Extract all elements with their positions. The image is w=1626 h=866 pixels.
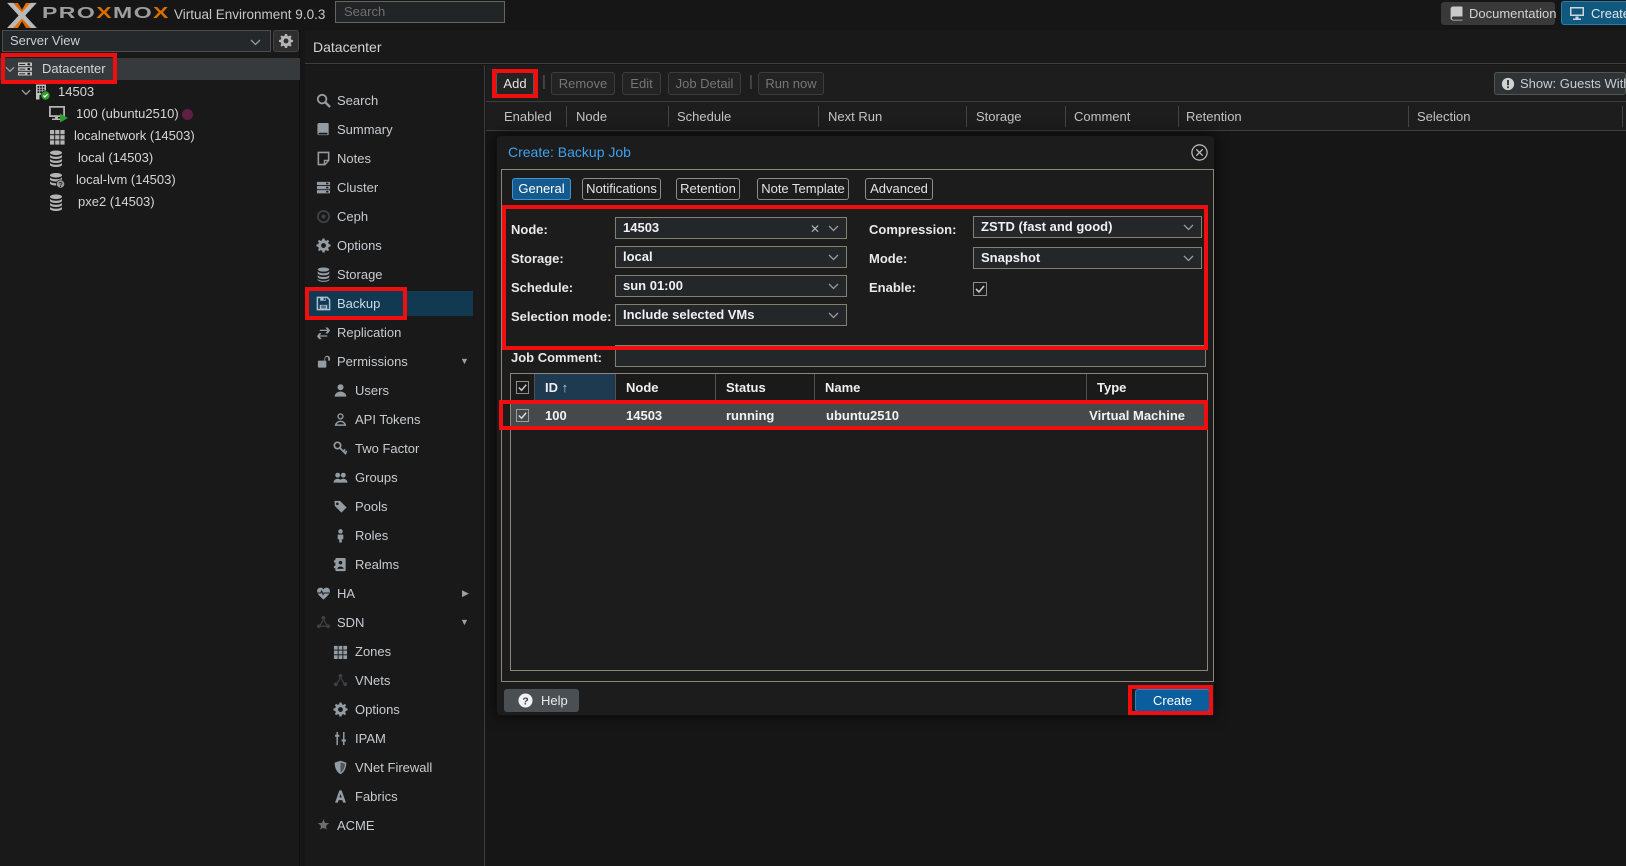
svg-text:?: ?: [522, 696, 528, 707]
svg-text:?: ?: [58, 180, 63, 189]
